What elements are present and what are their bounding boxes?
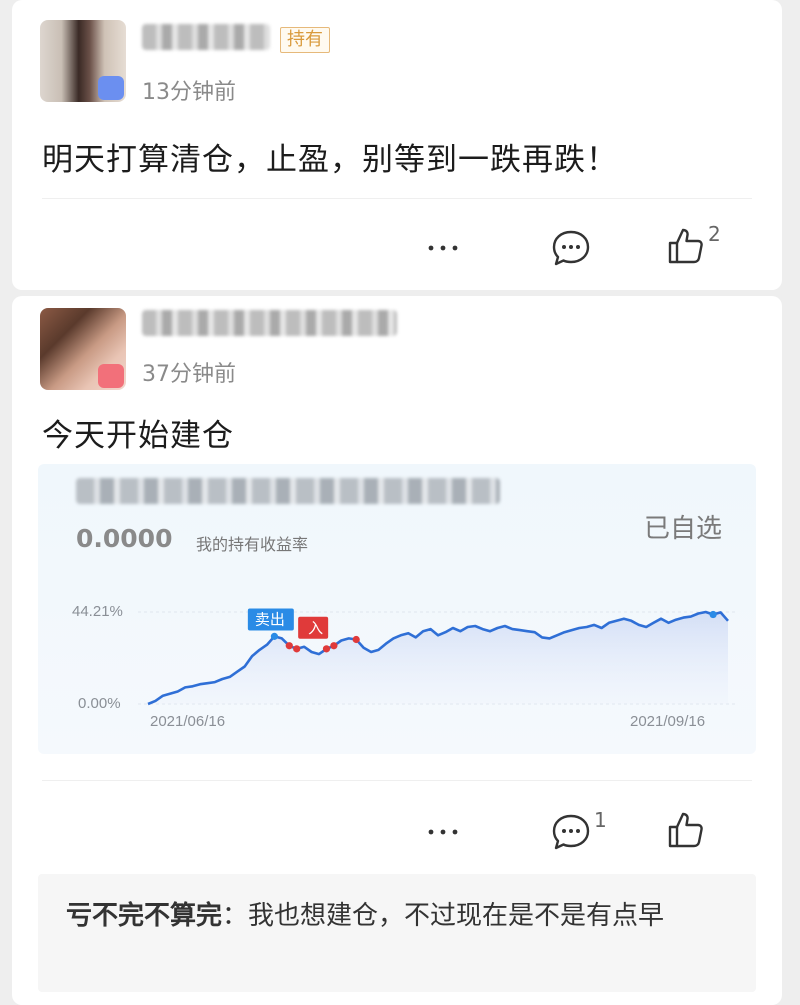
point-marker	[270, 632, 279, 640]
x-tick-end: 2021/09/16	[630, 713, 705, 730]
trade-dot	[285, 642, 293, 650]
user-level-badge-icon	[98, 76, 124, 100]
fund-card[interactable]: 已自选 0.0000 我的持有收益率 44.21% 0.00% 2021/06/…	[38, 464, 756, 754]
comment-button[interactable]: 1	[550, 808, 607, 852]
user-avatar[interactable]	[40, 20, 126, 102]
user-avatar[interactable]	[40, 308, 126, 390]
post-time: 37分钟前	[142, 362, 236, 387]
more-button[interactable]	[426, 232, 460, 262]
y-tick-bottom: 0.00%	[78, 695, 121, 712]
username-blurred[interactable]	[142, 24, 270, 50]
divider	[42, 780, 752, 781]
post-card-2: 37分钟前 今天开始建仓 已自选 0.0000 我的持有收益率 44.21% 0…	[12, 296, 782, 1005]
x-tick-start: 2021/06/16	[150, 713, 225, 730]
like-count: 2	[708, 222, 721, 246]
comment-icon	[552, 814, 590, 850]
comment-separator: ：	[222, 901, 249, 931]
divider	[42, 198, 752, 199]
post-content[interactable]: 明天打算清仓，止盈，别等到一跌再跌！	[42, 134, 618, 179]
trade-dot	[322, 645, 331, 653]
post-card-1: 持有 13分钟前 明天打算清仓，止盈，别等到一跌再跌！ 2	[12, 0, 782, 290]
comment-button[interactable]	[550, 228, 592, 268]
thumbs-up-icon	[668, 228, 703, 264]
thumbs-up-icon	[668, 812, 703, 848]
more-dots-icon	[428, 829, 458, 835]
fund-return-chart: 44.21% 0.00% 2021/06/16 2021/09/16 入 卖出	[72, 603, 738, 730]
trade-dot	[330, 642, 338, 650]
post-content[interactable]: 今天开始建仓	[42, 410, 234, 455]
username-blurred[interactable]	[142, 310, 397, 336]
comment-icon	[552, 230, 590, 266]
comment-body: 亏不完不算完：我也想建仓，不过现在是不是有点早	[66, 896, 726, 936]
trade-dot	[352, 635, 360, 644]
comment-text: 我也想建仓，不过现在是不是有点早	[248, 901, 665, 931]
like-button[interactable]: 2	[666, 222, 721, 266]
more-dots-icon	[428, 245, 458, 251]
like-button[interactable]	[666, 810, 706, 850]
buy-flag-label: 入	[308, 619, 323, 637]
user-level-badge-icon	[98, 364, 124, 388]
comment-count: 1	[594, 808, 607, 832]
y-tick-top: 44.21%	[72, 603, 123, 620]
post-time: 13分钟前	[142, 80, 236, 105]
holding-badge: 持有	[280, 27, 330, 53]
sell-flag-label: 卖出	[255, 610, 285, 628]
comment-author[interactable]: 亏不完不算完	[66, 901, 222, 931]
trade-dot	[293, 645, 301, 653]
point-marker	[709, 610, 717, 619]
comment-preview[interactable]: 亏不完不算完：我也想建仓，不过现在是不是有点早	[38, 874, 756, 992]
more-button[interactable]	[426, 816, 460, 846]
